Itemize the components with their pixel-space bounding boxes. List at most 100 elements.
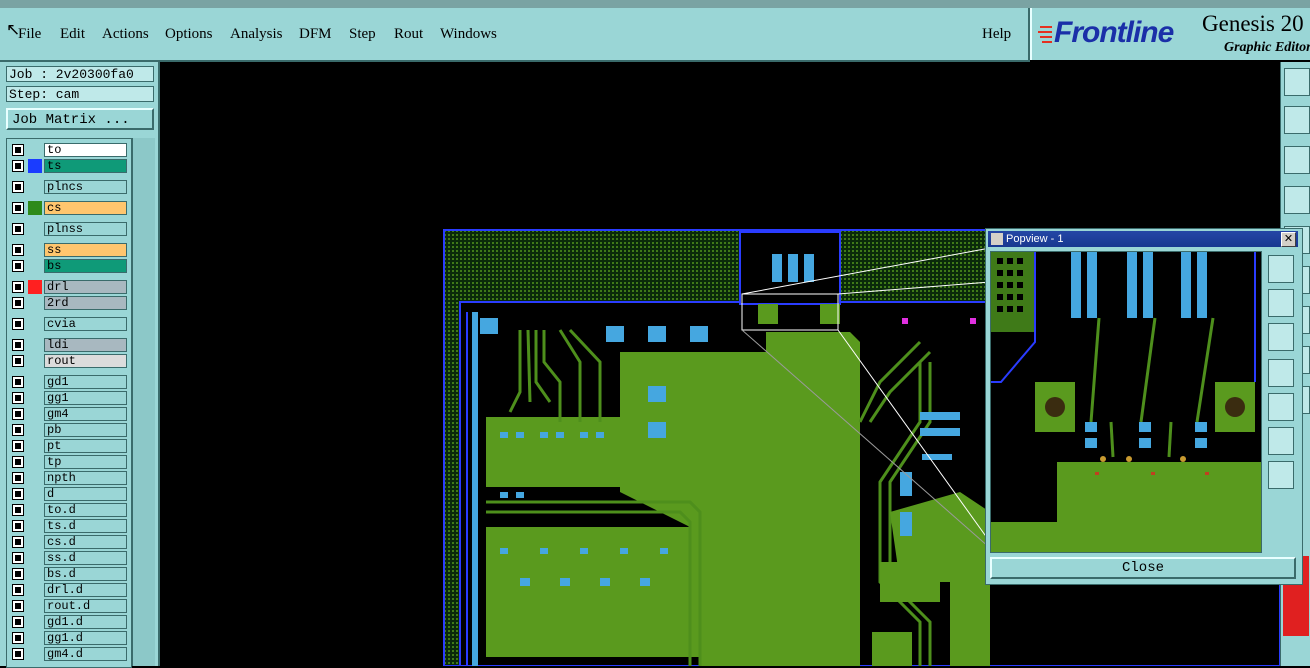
layer-color-swatch[interactable] [28,583,42,597]
layer-checkbox[interactable] [12,424,24,436]
menu-actions[interactable]: Actions [102,26,149,43]
layer-row[interactable]: gg1.d [7,631,131,645]
layer-color-swatch[interactable] [28,551,42,565]
layer-name[interactable]: ts.d [44,519,127,533]
window-menu-icon[interactable] [991,233,1003,245]
layer-name[interactable]: ldi [44,338,127,352]
popview-pan-up-icon[interactable] [1268,289,1294,317]
layer-checkbox[interactable] [12,376,24,388]
layer-name[interactable]: gm4.d [44,647,127,661]
layer-row[interactable]: plnss [7,222,131,236]
layer-name[interactable]: gd1.d [44,615,127,629]
layer-checkbox[interactable] [12,281,24,293]
layer-name[interactable]: gm4 [44,407,127,421]
measure-icon[interactable] [1284,186,1310,214]
layer-checkbox[interactable] [12,440,24,452]
layer-row[interactable]: gm4 [7,407,131,421]
layer-name[interactable]: drl.d [44,583,127,597]
layer-checkbox[interactable] [12,223,24,235]
layer-name[interactable]: ss [44,243,127,257]
layer-name[interactable]: to.d [44,503,127,517]
layer-name[interactable]: plnss [44,222,127,236]
layer-name[interactable]: ts [44,159,127,173]
popview-pan-left-icon[interactable] [1268,359,1294,387]
popview-pan-right-icon[interactable] [1268,393,1294,421]
layer-row[interactable]: to [7,143,131,157]
layer-checkbox[interactable] [12,616,24,628]
layer-color-swatch[interactable] [28,259,42,273]
layer-name[interactable]: tp [44,455,127,469]
layer-row[interactable]: pb [7,423,131,437]
layer-color-swatch[interactable] [28,487,42,501]
layer-row[interactable]: ss [7,243,131,257]
menu-analysis[interactable]: Analysis [230,26,283,43]
layer-row[interactable]: bs.d [7,567,131,581]
layer-row[interactable]: ts.d [7,519,131,533]
layer-color-swatch[interactable] [28,201,42,215]
layer-checkbox[interactable] [12,568,24,580]
layer-checkbox[interactable] [12,504,24,516]
popview-pan-down-icon[interactable] [1268,323,1294,351]
layer-name[interactable]: 2rd [44,296,127,310]
layer-color-swatch[interactable] [28,455,42,469]
layer-name[interactable]: bs [44,259,127,273]
menu-rout[interactable]: Rout [394,26,423,43]
layer-name[interactable]: plncs [44,180,127,194]
layer-row[interactable]: rout [7,354,131,368]
layer-color-swatch[interactable] [28,439,42,453]
layer-checkbox[interactable] [12,392,24,404]
layer-color-swatch[interactable] [28,143,42,157]
layer-row[interactable]: gg1 [7,391,131,405]
layer-checkbox[interactable] [12,181,24,193]
popview-zoom-icon[interactable] [1268,255,1294,283]
layer-row[interactable]: ts [7,159,131,173]
layer-color-swatch[interactable] [28,159,42,173]
layer-color-swatch[interactable] [28,407,42,421]
layer-name[interactable]: pb [44,423,127,437]
menu-dfm[interactable]: DFM [299,26,332,43]
layer-color-swatch[interactable] [28,222,42,236]
layer-name[interactable]: gg1 [44,391,127,405]
layer-name[interactable]: pt [44,439,127,453]
layer-checkbox[interactable] [12,355,24,367]
layer-checkbox[interactable] [12,408,24,420]
layer-name[interactable]: gd1 [44,375,127,389]
layer-row[interactable]: 2rd [7,296,131,310]
layer-checkbox[interactable] [12,318,24,330]
layer-color-swatch[interactable] [28,354,42,368]
layer-row[interactable]: pt [7,439,131,453]
layer-color-swatch[interactable] [28,615,42,629]
layer-name[interactable]: rout.d [44,599,127,613]
layer-checkbox[interactable] [12,488,24,500]
layer-color-swatch[interactable] [28,296,42,310]
layer-color-swatch[interactable] [28,423,42,437]
layer-name[interactable]: to [44,143,127,157]
layer-checkbox[interactable] [12,297,24,309]
layer-row[interactable]: bs [7,259,131,273]
layer-name[interactable]: cvia [44,317,127,331]
layer-checkbox[interactable] [12,160,24,172]
layer-checkbox[interactable] [12,520,24,532]
popview-close-button[interactable]: Close [990,557,1296,579]
layer-checkbox[interactable] [12,584,24,596]
layer-checkbox[interactable] [12,600,24,612]
layer-row[interactable]: d [7,487,131,501]
popview-canvas[interactable] [990,251,1262,553]
layer-color-swatch[interactable] [28,647,42,661]
layer-color-swatch[interactable] [28,631,42,645]
layer-checkbox[interactable] [12,552,24,564]
layer-name[interactable]: bs.d [44,567,127,581]
menu-edit[interactable]: Edit [60,26,85,43]
menu-help[interactable]: Help [982,26,1011,43]
menu-windows[interactable]: Windows [440,26,497,43]
layer-checkbox[interactable] [12,472,24,484]
zoom-area-icon[interactable] [1284,146,1310,174]
layer-list-scrollbar[interactable] [132,138,155,666]
layer-color-swatch[interactable] [28,599,42,613]
layer-row[interactable]: gd1.d [7,615,131,629]
layer-checkbox[interactable] [12,144,24,156]
layer-name[interactable]: cs.d [44,535,127,549]
layer-row[interactable]: drl.d [7,583,131,597]
layer-color-swatch[interactable] [28,503,42,517]
layer-color-swatch[interactable] [28,519,42,533]
